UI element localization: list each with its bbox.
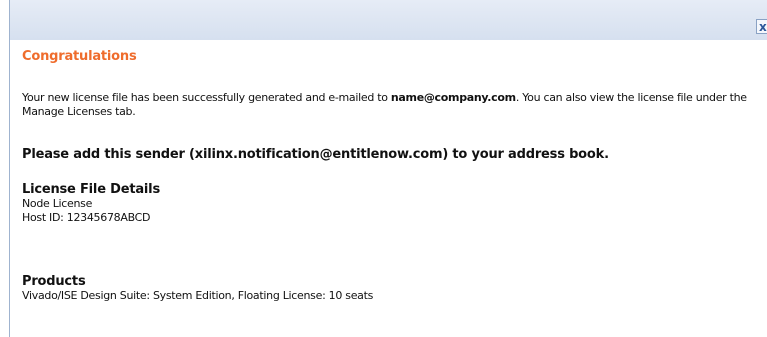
- dialog-content: Congratulations Your new license file ha…: [22, 49, 762, 302]
- products-section: Products Vivado/ISE Design Suite: System…: [22, 274, 373, 303]
- license-file-details: License File Details Node License Host I…: [22, 182, 160, 225]
- product-item: Vivado/ISE Design Suite: System Edition,…: [22, 289, 374, 302]
- message-text-before-email: Your new license file has been successfu…: [22, 91, 388, 104]
- dialog-left-border: [9, 0, 10, 337]
- dialog-titlebar: [10, 0, 767, 40]
- recipient-email: name@company.com: [390, 91, 516, 104]
- license-dialog: x Congratulations Your new license file …: [0, 0, 767, 337]
- host-id: Host ID: 12345678ABCD: [22, 211, 151, 224]
- license-details-title: License File Details: [22, 182, 160, 197]
- close-icon[interactable]: x: [756, 19, 767, 34]
- license-type: Node License: [22, 197, 93, 210]
- confirmation-message: Your new license file has been successfu…: [22, 91, 762, 119]
- sender-notice: Please add this sender (xilinx.notificat…: [22, 147, 609, 162]
- congratulations-heading: Congratulations: [22, 49, 137, 64]
- products-title: Products: [22, 274, 86, 289]
